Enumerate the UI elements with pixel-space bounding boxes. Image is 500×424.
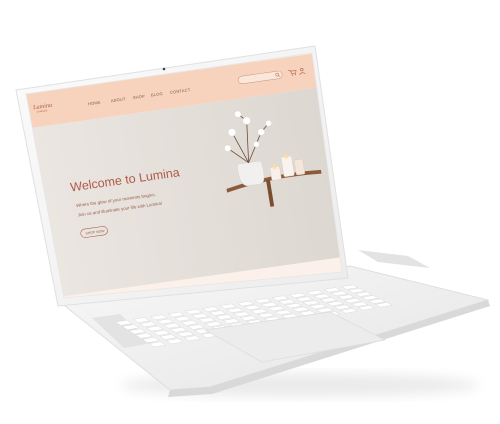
laptop-mockup: Lumina CANDLES HOME ABOUT SHOP BLOG CONT…	[0, 0, 500, 419]
webcam-icon	[162, 67, 166, 71]
laptop-illustration: Lumina CANDLES HOME ABOUT SHOP BLOG CONT…	[15, 45, 490, 397]
